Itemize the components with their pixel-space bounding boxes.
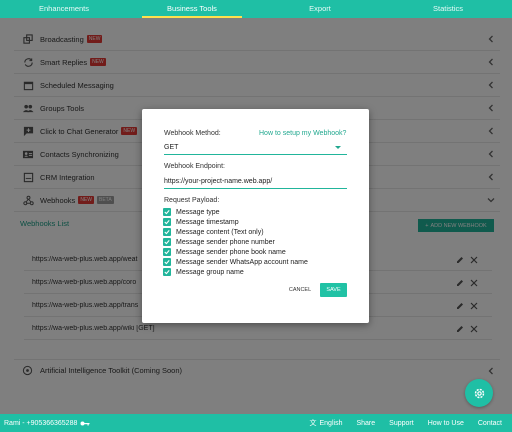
payload-option-label: Message sender phone book name — [176, 248, 286, 256]
checkbox-checked-icon[interactable] — [163, 218, 171, 226]
share-link[interactable]: Share — [356, 420, 375, 427]
checkbox-checked-icon[interactable] — [163, 228, 171, 236]
tab-export[interactable]: Export — [256, 0, 384, 18]
how-to-use-link[interactable]: How to Use — [428, 420, 464, 427]
checkbox-checked-icon[interactable] — [163, 208, 171, 216]
tab-business-tools[interactable]: Business Tools — [128, 0, 256, 18]
request-payload-label: Request Payload: — [164, 197, 220, 204]
language-selector[interactable]: 文 English — [310, 418, 343, 428]
top-tab-bar: Enhancements Business Tools Export Stati… — [0, 0, 512, 18]
cancel-button[interactable]: CANCEL — [285, 283, 315, 297]
webhook-help-link[interactable]: How to setup my Webhook? — [259, 130, 346, 137]
payload-option-label: Message content (Text only) — [176, 228, 264, 236]
dropdown-arrow-icon — [335, 146, 341, 149]
save-button[interactable]: SAVE — [320, 283, 347, 297]
payload-option-label: Message sender phone number — [176, 238, 275, 246]
footer-bar: Rami - +905366365288 文 English Share Sup… — [0, 414, 512, 432]
payload-option[interactable]: Message timestamp — [163, 217, 308, 227]
webhook-endpoint-label: Webhook Endpoint: — [164, 163, 225, 170]
translate-icon: 文 — [309, 420, 317, 427]
payload-option[interactable]: Message group name — [163, 267, 308, 277]
gear-icon — [474, 388, 484, 398]
payload-option-label: Message group name — [176, 268, 244, 276]
account-label: Rami - +905366365288 — [4, 419, 78, 427]
support-link[interactable]: Support — [389, 420, 414, 427]
language-label: English — [319, 419, 343, 427]
tab-enhancements[interactable]: Enhancements — [0, 0, 128, 18]
payload-option[interactable]: Message sender phone number — [163, 237, 308, 247]
key-icon[interactable] — [80, 420, 90, 427]
checkbox-checked-icon[interactable] — [163, 268, 171, 276]
payload-option-label: Message type — [176, 208, 220, 216]
method-value: GET — [164, 144, 179, 151]
webhook-method-select[interactable]: GET — [164, 141, 347, 155]
settings-fab[interactable] — [465, 379, 493, 407]
payload-options: Message type Message timestamp Message c… — [163, 207, 308, 277]
endpoint-value: https://your-project-name.web.app/ — [164, 178, 273, 185]
account-info: Rami - +905366365288 — [4, 420, 90, 427]
checkbox-checked-icon[interactable] — [163, 238, 171, 246]
contact-link[interactable]: Contact — [478, 420, 502, 427]
payload-option[interactable]: Message type — [163, 207, 308, 217]
webhook-method-label: Webhook Method: — [164, 130, 221, 137]
checkbox-checked-icon[interactable] — [163, 248, 171, 256]
payload-option[interactable]: Message sender WhatsApp account name — [163, 257, 308, 267]
payload-option[interactable]: Message sender phone book name — [163, 247, 308, 257]
payload-option[interactable]: Message content (Text only) — [163, 227, 308, 237]
tab-statistics[interactable]: Statistics — [384, 0, 512, 18]
webhook-endpoint-field[interactable]: https://your-project-name.web.app/ — [164, 175, 347, 189]
checkbox-checked-icon[interactable] — [163, 258, 171, 266]
payload-option-label: Message sender WhatsApp account name — [176, 258, 308, 266]
payload-option-label: Message timestamp — [176, 218, 239, 226]
webhook-dialog: Webhook Method: How to setup my Webhook?… — [142, 109, 369, 323]
